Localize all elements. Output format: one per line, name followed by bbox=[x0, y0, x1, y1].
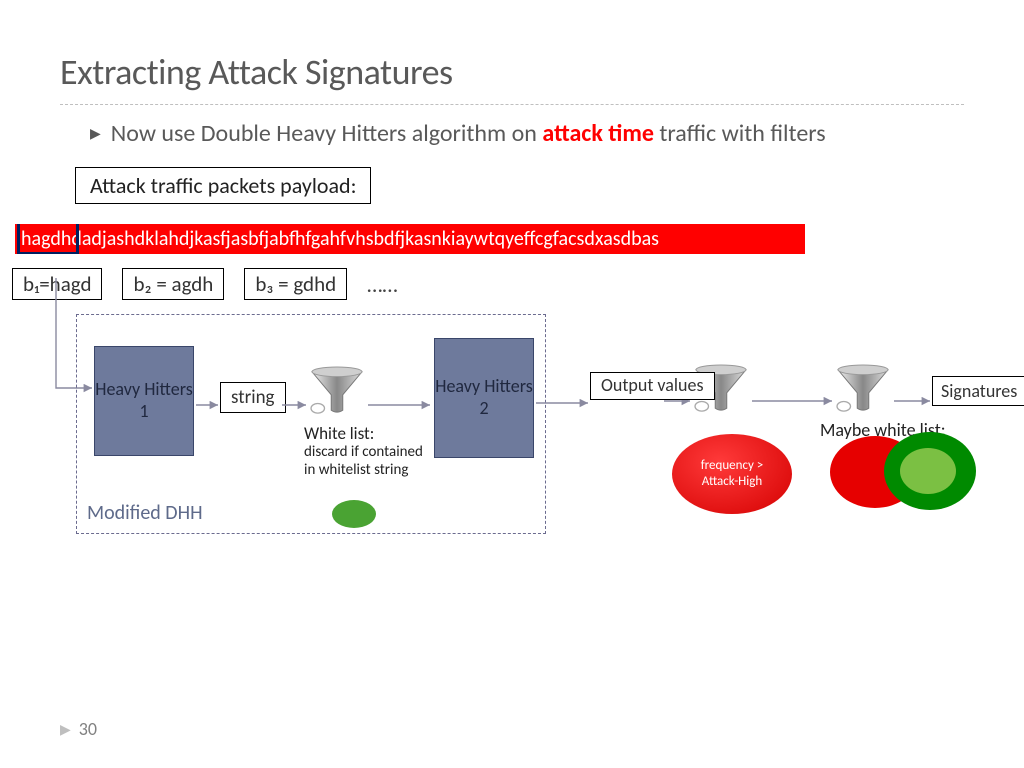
output-values-box: Output values bbox=[590, 372, 715, 400]
funnel-icon-1 bbox=[308, 366, 366, 416]
maybe-whitelist-venn bbox=[830, 432, 980, 512]
whitelist-body: discard if contained in whitelist string bbox=[304, 443, 423, 478]
bullet-arrow-icon: ▶ bbox=[90, 125, 101, 142]
venn-lightgreen-ellipse bbox=[900, 448, 956, 494]
modified-dhh-label: Modified DHH bbox=[87, 501, 203, 525]
payload-string-bar: hagdhdadjashdklahdjkasfjasbfjabfhfgahfvh… bbox=[15, 224, 805, 254]
heavy-hitters-2-box: Heavy Hitters 2 bbox=[434, 338, 534, 458]
bullet-post: traffic with filters bbox=[654, 119, 826, 148]
bullet-text: Now use Double Heavy Hitters algorithm o… bbox=[111, 119, 826, 149]
b3-box: b₃ = gdhd bbox=[244, 268, 347, 300]
whitelist-caption: White list: discard if contained in whit… bbox=[304, 424, 434, 479]
signatures-box: Signatures bbox=[932, 376, 1024, 406]
string-box: string bbox=[220, 382, 286, 413]
whitelist-heading: White list: bbox=[304, 423, 374, 444]
funnel-icon-3 bbox=[834, 364, 892, 414]
slide-title: Extracting Attack Signatures bbox=[60, 50, 964, 105]
page-number: ▶ 30 bbox=[60, 718, 97, 740]
bullet-pre: Now use Double Heavy Hitters algorithm o… bbox=[111, 119, 543, 148]
ellipsis: …… bbox=[367, 271, 397, 298]
sliding-window-boxes: b₁=hagd b₂ = agdh b₃ = gdhd …… bbox=[12, 268, 964, 300]
frequency-threshold-bubble: frequency > Attack-High bbox=[672, 434, 792, 514]
heavy-hitters-1-box: Heavy Hitters 1 bbox=[94, 346, 194, 456]
algorithm-diagram: Modified DHH Heavy Hitters 1 Heavy Hitte… bbox=[20, 314, 964, 564]
payload-label-box: Attack traffic packets payload: bbox=[75, 167, 371, 204]
b2-box: b₂ = agdh bbox=[122, 268, 224, 300]
page-number-value: 30 bbox=[79, 718, 97, 740]
whitelist-green-ellipse bbox=[332, 500, 376, 528]
bullet-item: ▶ Now use Double Heavy Hitters algorithm… bbox=[90, 119, 964, 149]
page-arrow-icon: ▶ bbox=[60, 721, 71, 738]
payload-string: hagdhdadjashdklahdjkasfjasbfjabfhfgahfvh… bbox=[21, 227, 659, 251]
bullet-emphasis: attack time bbox=[542, 119, 654, 148]
